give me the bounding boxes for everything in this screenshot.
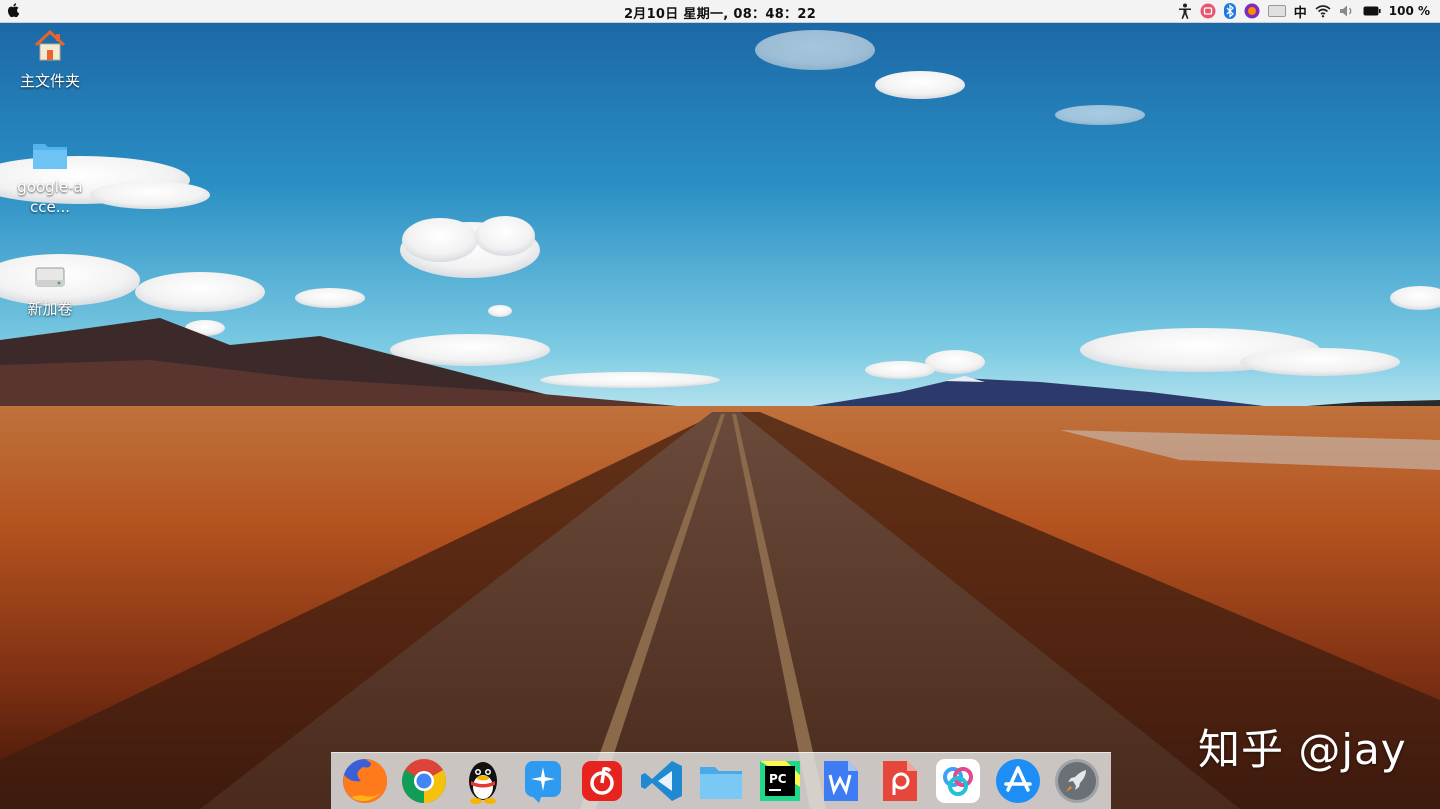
dock-item-qq[interactable]	[457, 755, 509, 807]
vscode-icon	[640, 761, 682, 801]
desktop-icon-google-folder[interactable]: google-acce...	[8, 140, 92, 217]
screen-recorder-icon[interactable]	[1200, 3, 1216, 19]
pycharm-icon: PC	[760, 761, 801, 801]
dock-item-vscode[interactable]	[636, 755, 688, 807]
drive-icon	[8, 262, 92, 297]
desktop-icon-label: 主文件夹	[19, 72, 80, 90]
dock-item-wps-writer[interactable]	[814, 755, 866, 807]
home-folder-icon	[8, 28, 92, 69]
system-tray: 中 100 %	[1178, 0, 1430, 22]
dock-item-lark[interactable]	[517, 755, 569, 807]
desktop-icon-home[interactable]: 主文件夹	[8, 28, 92, 91]
svg-text:PC: PC	[769, 772, 787, 786]
desktop-icon-label: 新加卷	[27, 300, 73, 318]
firefox-icon	[342, 758, 387, 803]
dock-item-netease-music[interactable]	[576, 755, 628, 807]
wps-writer-icon	[823, 761, 858, 801]
dock-item-wps-presentation[interactable]	[873, 755, 925, 807]
dock-item-pycharm[interactable]: PC	[754, 755, 806, 807]
keyboard-layout-icon[interactable]	[1267, 3, 1286, 19]
watermark: 知乎 @jay	[1198, 725, 1407, 774]
dock: PC	[331, 752, 1111, 809]
folder-icon	[8, 140, 92, 175]
accessibility-icon[interactable]	[1178, 3, 1192, 19]
dock-item-firefox[interactable]	[339, 755, 391, 807]
desktop-icon-volume[interactable]: 新加卷	[8, 262, 92, 319]
baidu-netdisk-icon	[936, 759, 981, 803]
netease-music-icon	[582, 761, 623, 801]
desktop-icon-label: google-acce...	[17, 178, 83, 216]
volume-icon[interactable]	[1339, 3, 1355, 19]
wallpaper-image	[0, 0, 1440, 809]
dock-item-launchpad[interactable]	[1051, 755, 1103, 807]
battery-percentage[interactable]: 100 %	[1389, 3, 1430, 19]
battery-icon[interactable]	[1363, 3, 1381, 19]
wps-presentation-icon	[883, 761, 918, 801]
dock-item-app-store[interactable]	[992, 755, 1044, 807]
bluetooth-icon[interactable]	[1223, 3, 1236, 19]
qq-icon	[469, 762, 498, 804]
files-icon	[699, 767, 742, 799]
input-method[interactable]: 中	[1294, 3, 1307, 21]
desktop-wallpaper	[0, 0, 1440, 809]
chrome-icon	[402, 759, 447, 803]
dock-item-baidu-netdisk[interactable]	[932, 755, 984, 807]
app-store-icon	[995, 759, 1040, 803]
firefox-tray-icon[interactable]	[1244, 3, 1260, 19]
dock-item-files[interactable]	[695, 755, 747, 807]
top-menu-bar: 2月10日 星期一, 08：48：22 中 100 %	[0, 0, 1440, 23]
wifi-icon[interactable]	[1315, 3, 1331, 19]
lark-icon	[524, 761, 561, 803]
launchpad-icon	[1055, 759, 1100, 803]
dock-item-chrome[interactable]	[398, 755, 450, 807]
